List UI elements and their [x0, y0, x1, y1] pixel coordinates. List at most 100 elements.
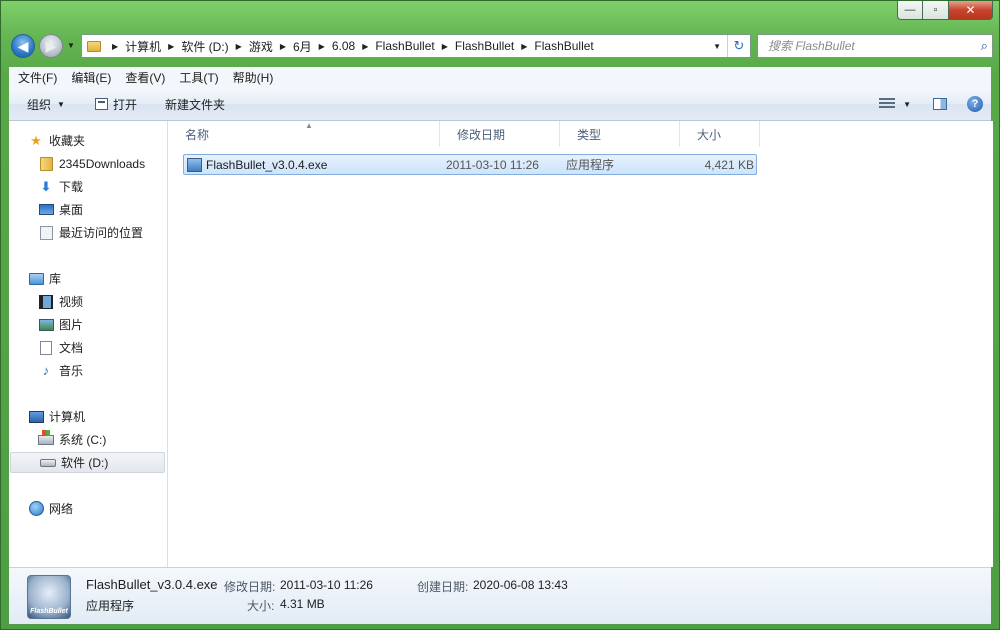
chevron-right-icon[interactable]: ▶ [442, 42, 448, 51]
new-folder-label: 新建文件夹 [164, 97, 225, 112]
column-header-modified[interactable]: 修改日期 [440, 121, 560, 147]
refresh-icon[interactable]: ↻ [727, 35, 750, 57]
sidebar-libraries-label: 库 [49, 272, 62, 286]
sidebar-network[interactable]: 网络 [28, 498, 73, 519]
close-button[interactable]: ✕ [949, 1, 993, 20]
file-size: 4,421 KB [704, 157, 754, 172]
search-icon[interactable]: ⌕ [981, 38, 988, 54]
breadcrumb-computer[interactable]: 计算机 [125, 38, 161, 55]
desktop-icon [38, 202, 54, 218]
breadcrumb-6-08[interactable]: 6.08 [332, 39, 355, 53]
sidebar-item-music[interactable]: ♪ 音乐 [38, 360, 83, 381]
breadcrumb-drive-d[interactable]: 软件 (D:) [181, 38, 228, 55]
sidebar-item-label: 最近访问的位置 [59, 226, 144, 240]
sidebar-item-label: 2345Downloads [59, 156, 146, 171]
navigation-pane: ★ 收藏夹 2345Downloads ⬇ 下载 桌面 最近访问的位置 库 视频 [9, 121, 168, 567]
maximize-button[interactable]: ▫ [923, 1, 949, 20]
column-header-name[interactable]: 名称 [168, 121, 440, 147]
breadcrumb-flashbullet-2[interactable]: FlashBullet [455, 39, 514, 53]
view-options-dropdown-icon[interactable]: ▼ [903, 100, 911, 109]
back-button[interactable]: ◀ [11, 34, 35, 58]
breadcrumb-flashbullet-1[interactable]: FlashBullet [375, 39, 434, 53]
menu-file[interactable]: 文件(F) [13, 69, 62, 86]
column-label: 修改日期 [457, 127, 506, 142]
library-icon [28, 271, 44, 287]
menu-help[interactable]: 帮助(H) [228, 69, 279, 86]
breadcrumb-games[interactable]: 游戏 [249, 38, 273, 55]
address-dropdown-icon[interactable]: ▼ [707, 42, 727, 51]
new-folder-button[interactable]: 新建文件夹 [157, 92, 233, 116]
system-drive-icon [38, 429, 54, 448]
menu-view[interactable]: 查看(V) [120, 69, 170, 86]
computer-icon [28, 409, 44, 425]
change-view-icon[interactable] [879, 98, 896, 110]
breadcrumb-june[interactable]: 6月 [293, 38, 312, 55]
thumbnail-text: FlashBullet [30, 608, 68, 615]
recent-places-icon [38, 225, 54, 241]
chevron-right-icon[interactable]: ▶ [280, 42, 286, 51]
chevron-right-icon[interactable]: ▶ [168, 42, 174, 51]
document-icon [38, 340, 54, 356]
sidebar-item-drive-c[interactable]: 系统 (C:) [38, 429, 106, 450]
open-icon [94, 98, 108, 110]
sidebar-item-label: 下载 [59, 180, 84, 194]
search-input[interactable] [766, 38, 970, 54]
breadcrumb-flashbullet-3[interactable]: FlashBullet [534, 39, 593, 53]
network-icon [28, 501, 44, 517]
sidebar-libraries[interactable]: 库 [28, 268, 61, 289]
chevron-right-icon[interactable]: ▶ [236, 42, 242, 51]
sidebar-item-label: 文档 [59, 341, 84, 355]
sidebar-computer[interactable]: 计算机 [28, 406, 85, 427]
table-row[interactable]: FlashBullet_v3.0.4.exe 2011-03-10 11:26 … [183, 154, 757, 175]
download-folder-icon: ⬇ [40, 178, 52, 194]
column-header-size[interactable]: 大小 [680, 121, 760, 147]
sidebar-item-pictures[interactable]: 图片 [38, 314, 83, 335]
hard-drive-icon [40, 455, 56, 471]
column-header-type[interactable]: 类型 [560, 121, 680, 147]
chevron-down-icon: ▼ [57, 99, 65, 109]
file-list: 名称 修改日期 类型 大小 ▲ FlashBullet_v3.0.4.exe 2… [168, 121, 993, 567]
column-label: 大小 [697, 127, 722, 142]
sort-ascending-icon: ▲ [305, 121, 313, 130]
column-headers: 名称 修改日期 类型 大小 [168, 121, 760, 147]
details-pane: FlashBullet FlashBullet_v3.0.4.exe 应用程序 … [9, 567, 991, 624]
column-label: 名称 [185, 127, 210, 142]
folder-icon [38, 156, 54, 172]
help-icon[interactable]: ? [967, 96, 983, 112]
menu-edit[interactable]: 编辑(E) [66, 69, 116, 86]
organize-button[interactable]: 组织 ▼ [19, 92, 73, 116]
organize-label: 组织 [27, 97, 52, 112]
preview-pane-icon[interactable] [933, 98, 947, 110]
sidebar-item-2345downloads[interactable]: 2345Downloads [38, 153, 145, 174]
search-box[interactable]: ⌕ [757, 34, 993, 58]
recent-pages-dropdown[interactable]: ▼ [67, 41, 75, 50]
sidebar-item-label: 视频 [59, 295, 84, 309]
details-created-value: 2020-06-08 13:43 [473, 578, 568, 592]
sidebar-item-drive-d[interactable]: 软件 (D:) [10, 452, 165, 473]
sidebar-item-videos[interactable]: 视频 [38, 291, 83, 312]
chevron-right-icon[interactable]: ▶ [319, 42, 325, 51]
open-button[interactable]: 打开 [87, 92, 145, 116]
details-size-value: 4.31 MB [280, 597, 325, 611]
navigation-bar: ◀ ▶ ▼ ▶ 计算机 ▶ 软件 (D:) ▶ 游戏 ▶ 6月 ▶ 6.08 ▶ Flash… [9, 31, 993, 61]
open-label: 打开 [112, 97, 137, 112]
folder-icon [87, 40, 101, 52]
menu-tools[interactable]: 工具(T) [174, 69, 223, 86]
sidebar-item-documents[interactable]: 文档 [38, 337, 83, 358]
minimize-button[interactable]: — [897, 1, 923, 20]
sidebar-item-label: 音乐 [59, 364, 84, 378]
music-icon: ♪ [42, 363, 50, 378]
sidebar-favorites[interactable]: ★ 收藏夹 [28, 130, 85, 151]
star-icon: ★ [30, 132, 42, 148]
sidebar-item-label: 桌面 [59, 203, 84, 217]
chevron-right-icon[interactable]: ▶ [112, 42, 118, 51]
sidebar-item-label: 系统 (C:) [59, 433, 107, 447]
chevron-right-icon[interactable]: ▶ [521, 42, 527, 51]
sidebar-item-desktop[interactable]: 桌面 [38, 199, 83, 220]
address-bar[interactable]: ▶ 计算机 ▶ 软件 (D:) ▶ 游戏 ▶ 6月 ▶ 6.08 ▶ FlashBullet… [81, 34, 751, 58]
sidebar-item-recent-places[interactable]: 最近访问的位置 [38, 222, 143, 243]
forward-button[interactable]: ▶ [39, 34, 63, 58]
command-bar: 组织 ▼ 打开 新建文件夹 ▼ ? [9, 88, 991, 121]
sidebar-item-downloads[interactable]: ⬇ 下载 [38, 176, 83, 197]
chevron-right-icon[interactable]: ▶ [362, 42, 368, 51]
